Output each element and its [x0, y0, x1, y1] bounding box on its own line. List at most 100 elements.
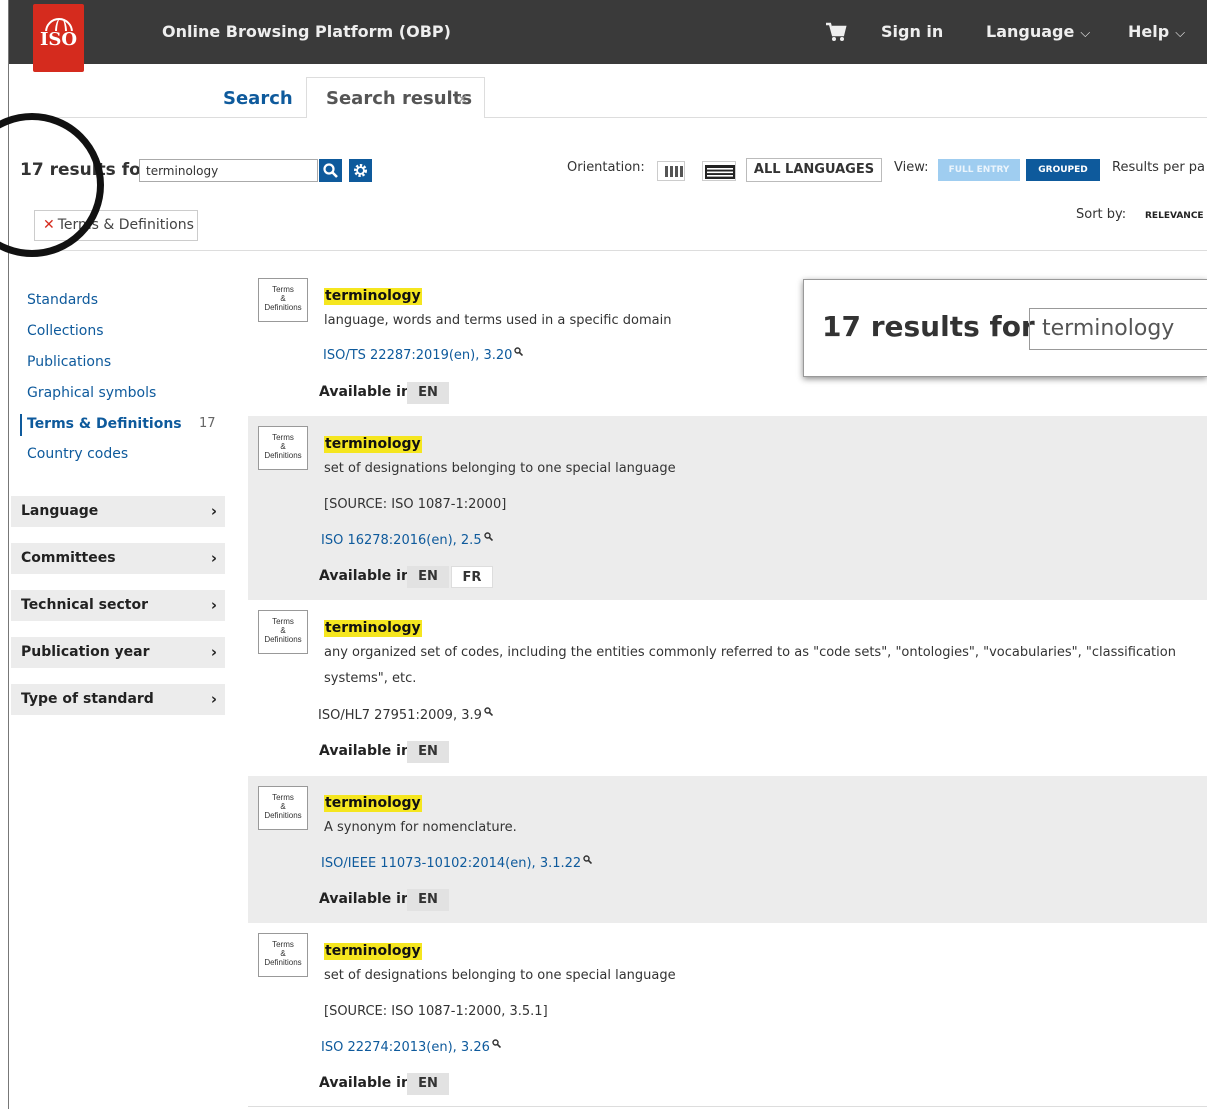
facet-language[interactable]: Language ›	[11, 496, 225, 527]
gear-icon	[354, 164, 367, 177]
result-term[interactable]: terminology	[324, 943, 422, 960]
facet-label: Committees	[21, 550, 116, 566]
magnifier-icon[interactable]	[484, 705, 493, 720]
sidebar-item-count: 17	[199, 416, 216, 431]
language-badge-en[interactable]: EN	[407, 741, 449, 763]
available-in-label: Available in:	[319, 891, 417, 907]
terms-definitions-icon: Terms & Definitions	[258, 933, 308, 977]
magnifier-icon[interactable]	[514, 345, 524, 360]
tab-search-results-label: Search results	[326, 88, 473, 109]
chevron-down-icon: ⌵	[1080, 26, 1091, 41]
search-button[interactable]	[319, 159, 342, 182]
sort-label: Sort by:	[1076, 207, 1127, 222]
magnifier-icon[interactable]	[483, 530, 493, 545]
available-in-label: Available in:	[319, 1075, 417, 1091]
language-badge-en[interactable]: EN	[407, 382, 449, 404]
close-tab-icon[interactable]: ×	[457, 92, 468, 107]
result-definition: set of designations belonging to one spe…	[324, 968, 676, 983]
facet-type-of-standard[interactable]: Type of standard ›	[11, 684, 225, 715]
chevron-down-icon: ⌵	[1175, 26, 1186, 41]
result-term[interactable]: terminology	[324, 620, 422, 637]
result-definition: A synonym for nomenclature.	[324, 820, 517, 835]
search-icon	[323, 163, 338, 178]
app-title[interactable]: Online Browsing Platform (OBP)	[162, 22, 451, 41]
result-reference-link[interactable]: ISO/IEEE 11073-10102:2014(en), 3.1.22	[321, 853, 593, 871]
available-in-label: Available in:	[319, 743, 417, 759]
callout-results-label: 17 results for	[822, 310, 1035, 343]
sidebar-item-publications[interactable]: Publications	[27, 354, 111, 370]
orientation-label: Orientation:	[567, 160, 645, 175]
chevron-right-icon: ›	[210, 549, 217, 567]
search-settings-button[interactable]	[349, 159, 372, 182]
terms-definitions-icon: Terms & Definitions	[258, 426, 308, 470]
magnifier-icon[interactable]	[583, 853, 593, 868]
language-badge-fr[interactable]: FR	[451, 566, 493, 588]
sidebar-item-graphical-symbols[interactable]: Graphical symbols	[27, 385, 156, 401]
result-reference-link[interactable]: ISO 16278:2016(en), 2.5	[321, 530, 493, 548]
sort-relevance-option[interactable]: RELEVANCE	[1145, 211, 1204, 221]
magnifier-icon[interactable]	[492, 1037, 501, 1052]
result-reference-link[interactable]: ISO 22274:2013(en), 3.26	[321, 1037, 501, 1055]
chevron-right-icon: ›	[210, 502, 217, 520]
facet-committees[interactable]: Committees ›	[11, 543, 225, 574]
result-item: Terms & Definitions terminology A synonym …	[248, 776, 1207, 923]
results-per-page-label: Results per pa	[1112, 160, 1206, 175]
facet-label: Type of standard	[21, 691, 154, 707]
result-item: Terms & Definitions terminology set of des…	[248, 416, 1207, 600]
sidebar-item-terms-definitions[interactable]: Terms & Definitions	[20, 414, 182, 436]
result-item: Terms & Definitions terminology any organi…	[248, 600, 1207, 776]
facet-publication-year[interactable]: Publication year ›	[11, 637, 225, 668]
zoom-callout: 17 results for terminology	[803, 279, 1207, 377]
available-in-label: Available in:	[319, 384, 417, 400]
sign-in-link[interactable]: Sign in	[881, 22, 943, 41]
list-icon	[705, 165, 735, 179]
help-menu-label: Help	[1128, 22, 1170, 41]
result-term[interactable]: terminology	[324, 288, 422, 305]
language-badge-en[interactable]: EN	[407, 1073, 449, 1095]
header-divider	[9, 250, 1207, 251]
top-navigation-bar: Online Browsing Platform (OBP) Sign in L…	[9, 0, 1207, 64]
help-menu[interactable]: Help ⌵	[1128, 22, 1185, 41]
result-source: [SOURCE: ISO 1087-1:2000]	[324, 497, 507, 512]
all-languages-button[interactable]: ALL LANGUAGES	[746, 158, 882, 182]
sidebar-item-country-codes[interactable]: Country codes	[27, 446, 128, 462]
chevron-right-icon: ›	[210, 643, 217, 661]
language-badge-en[interactable]: EN	[407, 566, 449, 588]
cart-icon[interactable]	[825, 22, 847, 42]
view-full-entry-button[interactable]: FULL ENTRY	[938, 159, 1020, 181]
terms-definitions-icon: Terms & Definitions	[258, 786, 308, 830]
language-badge-en[interactable]: EN	[407, 889, 449, 911]
sidebar-item-collections[interactable]: Collections	[27, 323, 104, 339]
columns-icon	[665, 166, 683, 177]
language-menu-label: Language	[986, 22, 1075, 41]
facet-technical-sector[interactable]: Technical sector ›	[11, 590, 225, 621]
tab-search-results[interactable]: Search results ×	[306, 77, 485, 118]
facet-label: Technical sector	[21, 597, 148, 613]
facet-label: Publication year	[21, 644, 150, 660]
view-label: View:	[894, 160, 929, 175]
result-item: Terms & Definitions terminology set of des…	[248, 923, 1207, 1106]
tab-search[interactable]: Search	[223, 88, 293, 109]
result-reference: ISO/HL7 27951:2009, 3.9	[318, 705, 493, 723]
sidebar-item-standards[interactable]: Standards	[27, 292, 98, 308]
orientation-columns-button[interactable]	[657, 161, 685, 181]
result-definition: set of designations belonging to one spe…	[324, 461, 676, 476]
orientation-list-button[interactable]	[702, 161, 736, 181]
terms-definitions-icon: Terms & Definitions	[258, 278, 308, 322]
available-in-label: Available in:	[319, 568, 417, 584]
view-grouped-button[interactable]: GROUPED	[1026, 159, 1100, 181]
iso-logo[interactable]: ISO	[33, 4, 84, 72]
chevron-right-icon: ›	[210, 596, 217, 614]
tab-divider	[9, 117, 1207, 118]
chevron-right-icon: ›	[210, 690, 217, 708]
search-input[interactable]	[139, 159, 318, 182]
result-term[interactable]: terminology	[324, 795, 422, 812]
language-menu[interactable]: Language ⌵	[986, 22, 1090, 41]
result-reference-link[interactable]: ISO/TS 22287:2019(en), 3.20	[323, 345, 524, 363]
terms-definitions-icon: Terms & Definitions	[258, 610, 308, 654]
result-term[interactable]: terminology	[324, 436, 422, 453]
result-definition: any organized set of codes, including th…	[324, 645, 1176, 686]
facet-label: Language	[21, 503, 99, 519]
logo-lettering: ISO	[33, 31, 84, 49]
result-divider	[248, 1106, 1207, 1107]
